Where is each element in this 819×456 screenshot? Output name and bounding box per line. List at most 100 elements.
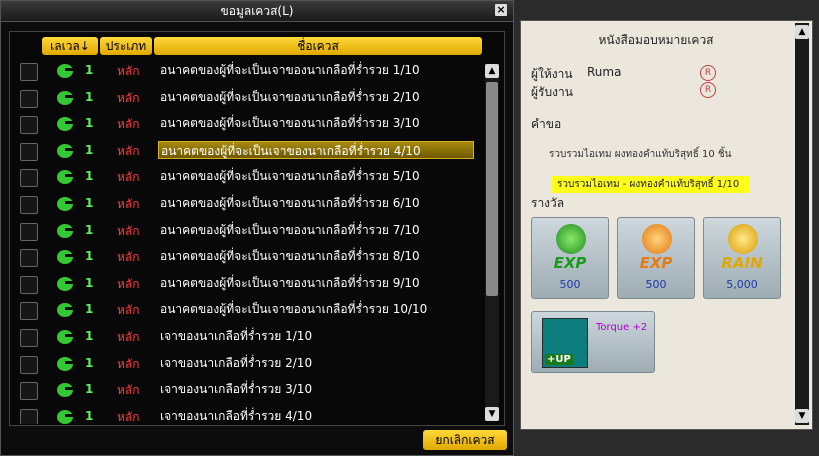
request-text: รวบรวมไอเทม ผงทองคำแท้บริสุทธิ์ 10 ชิ้น xyxy=(549,149,732,160)
quest-checkbox[interactable] xyxy=(20,89,38,108)
document-scrollbar[interactable]: ▲ ▼ xyxy=(795,23,809,425)
quest-level: 1 xyxy=(85,355,94,370)
quest-name: อนาคตของผู้ที่จะเป็นเจาของนาเกลือที่ร่ำร… xyxy=(160,116,420,131)
quest-checkbox[interactable] xyxy=(20,382,38,401)
reward-exp-card: EXP 500 xyxy=(531,217,609,299)
reward-exp-value: 500 xyxy=(559,278,581,291)
quest-row[interactable]: 1 หลัก อนาคตของผู้ที่จะเป็นเจาของนาเกลือที… xyxy=(10,138,486,165)
quest-type: หลัก xyxy=(117,330,140,344)
quest-checkbox[interactable] xyxy=(20,196,38,214)
column-name[interactable]: ชื่อเควส xyxy=(154,37,482,55)
request-label: คำขอ xyxy=(531,117,562,131)
quest-type: หลัก xyxy=(117,250,140,265)
quest-level: 1 xyxy=(85,249,94,264)
quest-checkbox[interactable] xyxy=(20,63,38,81)
scroll-thumb[interactable] xyxy=(486,82,498,296)
quest-level: 1 xyxy=(85,63,94,77)
window-title-text: ขอมูลเควส(L) xyxy=(220,4,294,18)
quest-level: 1 xyxy=(85,382,94,397)
quest-type: หลัก xyxy=(117,383,140,398)
quest-row[interactable]: 1 หลัก อนาคตของผู้ที่จะเป็นเจาของนาเกลือที… xyxy=(10,244,486,271)
quest-level: 1 xyxy=(85,329,94,343)
quest-checkbox[interactable] xyxy=(20,355,38,374)
quest-type: หลัก xyxy=(117,117,140,132)
helmet-icon xyxy=(57,330,73,344)
reward-rain-label: RAIN xyxy=(721,254,763,272)
quest-name: เจาของนาเกลือที่ร่ำรวย 4/10 xyxy=(160,408,313,423)
helmet-icon xyxy=(57,143,73,158)
quest-name: อนาคตของผู้ที่จะเป็นเจาของนาเกลือที่ร่ำร… xyxy=(160,249,420,264)
quest-name: อนาคตของผู้ที่จะเป็นเจาของนาเกลือที่ร่ำร… xyxy=(160,222,420,237)
quest-checkbox[interactable] xyxy=(20,302,38,321)
receiver-stamp-icon: R xyxy=(700,82,716,98)
quest-checkbox[interactable] xyxy=(20,329,38,347)
quest-type: หลัก xyxy=(117,197,140,211)
quest-row[interactable]: 1 หลัก อนาคตของผู้ที่จะเป็นเจาของนาเกลือที… xyxy=(10,85,486,112)
quest-checkbox[interactable] xyxy=(20,116,38,135)
quest-name: อนาคตของผู้ที่จะเป็นเจาของนาเกลือที่ร่ำร… xyxy=(160,196,420,210)
helmet-icon xyxy=(57,117,73,132)
reward-item-text: Torque +2 xyxy=(596,322,648,333)
quest-level: 1 xyxy=(85,116,94,131)
quest-checkbox[interactable] xyxy=(20,222,38,241)
quest-checkbox[interactable] xyxy=(20,249,38,268)
upgrade-item-icon: +UP xyxy=(542,318,588,368)
quest-checkbox[interactable] xyxy=(20,275,38,294)
column-type[interactable]: ประเภท xyxy=(100,37,152,55)
exp-orange-icon xyxy=(642,224,672,254)
upgrade-badge: +UP xyxy=(545,354,573,365)
quest-list: 1 หลัก อนาคตของผู้ที่จะเป็นเจาของนาเกลือที… xyxy=(10,58,486,424)
quest-name: อนาคตของผู้ที่จะเป็นเจาของนาเกลือที่ร่ำร… xyxy=(160,63,420,77)
quest-checkbox[interactable] xyxy=(20,408,38,424)
cancel-quest-button[interactable]: ยกเลิกเควส xyxy=(423,430,507,450)
quest-level: 1 xyxy=(85,222,94,237)
reward-exp2-value: 500 xyxy=(645,278,667,291)
quest-row[interactable]: 1 หลัก อนาคตของผู้ที่จะเป็นเจาของนาเกลือที… xyxy=(10,164,486,191)
reward-item-card[interactable]: +UP Torque +2 xyxy=(531,311,655,373)
quest-level: 1 xyxy=(85,169,94,184)
quest-type: หลัก xyxy=(117,64,140,78)
rain-coin-icon xyxy=(728,224,758,254)
close-button[interactable]: × xyxy=(495,4,507,16)
quest-type: หลัก xyxy=(117,409,140,424)
quest-row[interactable]: 1 หลัก เจาของนาเกลือที่ร่ำรวย 4/10 xyxy=(10,404,486,424)
helmet-icon xyxy=(57,409,73,424)
quest-level: 1 xyxy=(85,142,94,157)
reward-label: รางวัล xyxy=(531,196,565,210)
doc-scroll-down-button[interactable]: ▼ xyxy=(795,409,809,423)
quest-name: เจาของนาเกลือที่ร่ำรวย 1/10 xyxy=(160,329,313,343)
quest-list-header: เลเวล↓ ประเภท ชื่อเควส xyxy=(42,37,482,55)
quest-row[interactable]: 1 หลัก อนาคตของผู้ที่จะเป็นเจาของนาเกลือที… xyxy=(10,111,486,138)
quest-row[interactable]: 1 หลัก อนาคตของผู้ที่จะเป็นเจาของนาเกลือที… xyxy=(10,271,486,298)
quest-row[interactable]: 1 หลัก เจาของนาเกลือที่ร่ำรวย 2/10 xyxy=(10,351,486,378)
quest-row[interactable]: 1 หลัก อนาคตของผู้ที่จะเป็นเจาของนาเกลือที… xyxy=(10,58,486,85)
quest-row[interactable]: 1 หลัก อนาคตของผู้ที่จะเป็นเจาของนาเกลือที… xyxy=(10,297,486,324)
quest-row[interactable]: 1 หลัก เจาของนาเกลือที่ร่ำรวย 3/10 xyxy=(10,377,486,404)
quest-type: หลัก xyxy=(117,170,140,185)
column-level[interactable]: เลเวล↓ xyxy=(42,37,98,55)
quest-level: 1 xyxy=(85,408,94,423)
quest-checkbox[interactable] xyxy=(20,142,38,161)
quest-type: หลัก xyxy=(117,90,140,105)
quest-row[interactable]: 1 หลัก เจาของนาเกลือที่ร่ำรวย 1/10 xyxy=(10,324,486,351)
helmet-icon xyxy=(57,90,73,105)
helmet-icon xyxy=(57,383,73,398)
helmet-icon xyxy=(57,223,73,238)
quest-level: 1 xyxy=(85,275,94,290)
helmet-icon xyxy=(57,170,73,185)
scroll-down-button[interactable]: ▼ xyxy=(485,407,499,421)
quest-row[interactable]: 1 หลัก อนาคตของผู้ที่จะเป็นเจาของนาเกลือที… xyxy=(10,218,486,245)
window-title: ขอมูลเควส(L) × xyxy=(1,1,513,22)
quest-name: เจาของนาเกลือที่ร่ำรวย 3/10 xyxy=(160,382,313,397)
quest-list-scrollbar[interactable]: ▲ ▼ xyxy=(485,64,499,421)
quest-assignment-document: หนังสือมอบหมายเควส ผู้ให้งาน Ruma R ผู้ร… xyxy=(520,20,813,430)
quest-name: อนาคตของผู้ที่จะเป็นเจาของนาเกลือที่ร่ำร… xyxy=(158,140,474,159)
scroll-up-button[interactable]: ▲ xyxy=(485,64,499,78)
quest-row[interactable]: 1 หลัก อนาคตของผู้ที่จะเป็นเจาของนาเกลือที… xyxy=(10,191,486,218)
reward-exp2-label: EXP xyxy=(639,254,673,272)
quest-type: หลัก xyxy=(117,303,140,318)
doc-scroll-up-button[interactable]: ▲ xyxy=(795,25,809,39)
giver-stamp-icon: R xyxy=(700,65,716,81)
quest-checkbox[interactable] xyxy=(20,169,38,188)
helmet-icon xyxy=(57,197,73,211)
